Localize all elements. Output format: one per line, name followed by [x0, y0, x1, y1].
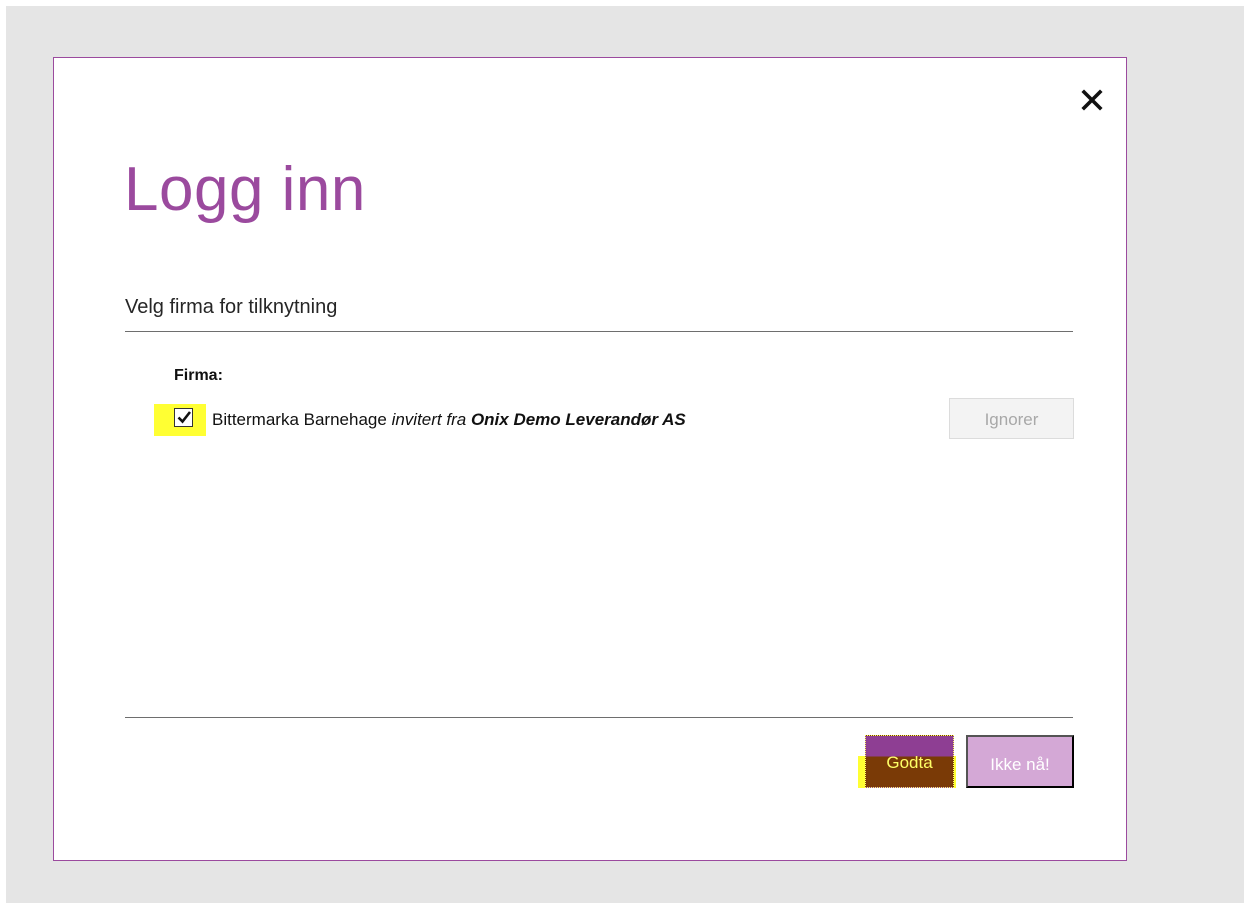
firm-description: Bittermarka Barnehage invitert fra Onix …	[212, 410, 686, 430]
firm-row: Bittermarka Barnehage invitert fra Onix …	[154, 398, 1074, 444]
accept-button[interactable]: Godta	[865, 735, 954, 788]
invited-text: invitert fra	[391, 410, 467, 429]
not-now-button[interactable]: Ikke nå!	[966, 735, 1074, 788]
ignore-button[interactable]: Ignorer	[949, 398, 1074, 439]
divider-top	[125, 331, 1073, 332]
page-title: Logg inn	[124, 155, 366, 224]
firm-name: Bittermarka Barnehage	[212, 410, 387, 429]
firm-label: Firma:	[174, 367, 223, 384]
divider-bottom	[125, 717, 1073, 718]
checkmark-icon	[177, 411, 192, 424]
close-button[interactable]	[1078, 86, 1106, 114]
login-dialog: Logg inn Velg firma for tilknytning Firm…	[53, 57, 1127, 861]
firm-checkbox[interactable]	[174, 408, 193, 427]
close-icon	[1081, 89, 1103, 111]
dialog-subtitle: Velg firma for tilknytning	[125, 296, 338, 318]
supplier-name: Onix Demo Leverandør AS	[470, 410, 686, 429]
